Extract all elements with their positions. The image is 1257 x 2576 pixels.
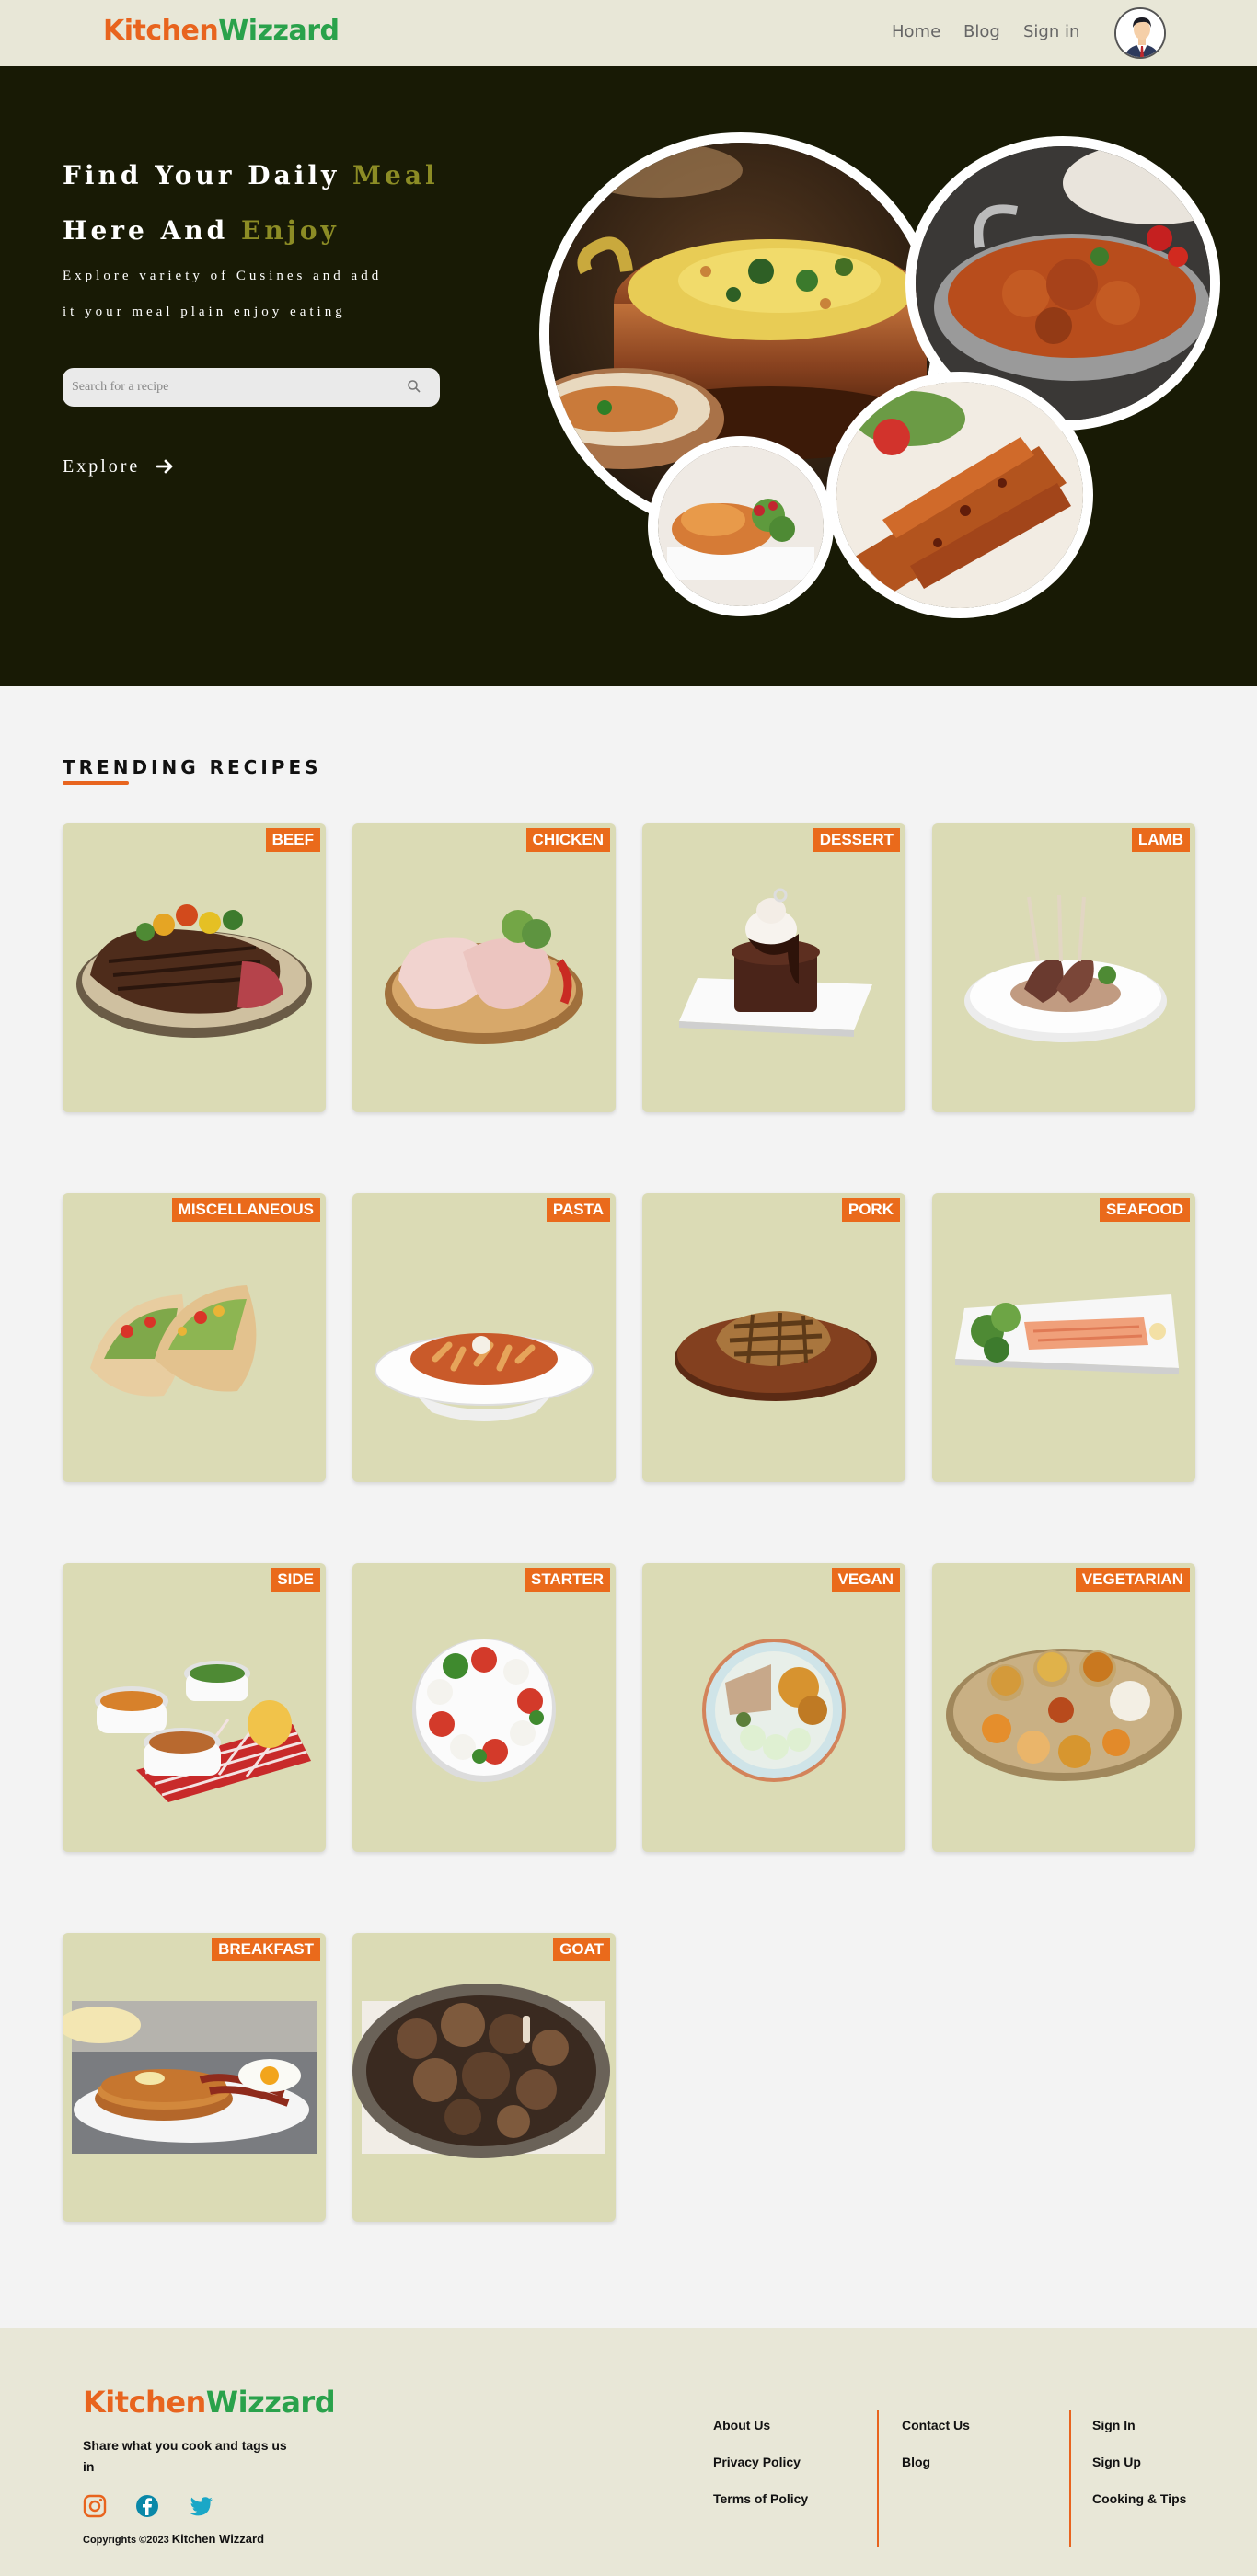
footer-link-about-us[interactable]: About Us — [713, 2418, 770, 2432]
hero-subtitle-line2: it your meal plain enjoy eating — [63, 305, 346, 319]
category-badge: VEGETARIAN — [1075, 1568, 1190, 1592]
arrow-right-icon[interactable] — [155, 456, 175, 477]
category-badge: LAMB — [1131, 828, 1190, 852]
copyright-name: Kitchen Wizzard — [171, 2532, 265, 2546]
recipe-card-goat[interactable]: GOAT — [352, 1933, 616, 2222]
logo-part-wizzard: Wizzard — [205, 2385, 336, 2420]
lamb-image — [964, 894, 1167, 1042]
recipe-card-pasta[interactable]: PASTA — [352, 1193, 616, 1482]
trending-recipes-title: TRENDING RECIPES — [63, 756, 322, 778]
tacos-image — [90, 1285, 257, 1397]
avatar[interactable] — [1114, 7, 1166, 59]
logo-part-kitchen: Kitchen — [103, 15, 219, 47]
vegan-image — [702, 1639, 846, 1782]
chicken-image — [385, 910, 583, 1044]
search-icon[interactable] — [407, 379, 421, 394]
logo-part-kitchen: Kitchen — [83, 2385, 206, 2420]
hero-title-line1: Find Your Daily Meal — [63, 160, 439, 190]
category-badge: CHICKEN — [525, 828, 610, 852]
nav-link-blog[interactable]: Blog — [963, 22, 1000, 41]
recipe-card-seafood[interactable]: SEAFOOD — [932, 1193, 1195, 1482]
search-input[interactable]: Search for a recipe — [63, 368, 440, 407]
recipe-card-chicken[interactable]: CHICKEN — [352, 823, 616, 1112]
footer-link-sign-in[interactable]: Sign In — [1092, 2418, 1136, 2432]
breakfast-image — [63, 2001, 317, 2154]
footer-divider — [877, 2410, 879, 2547]
category-badge: BREAKFAST — [212, 1938, 320, 1961]
dessert-image — [679, 888, 872, 1037]
explore-button[interactable]: Explore — [63, 456, 140, 477]
category-badge: VEGAN — [831, 1568, 900, 1592]
hero-subtitle-line1: Explore variety of Cusines and add — [63, 269, 383, 283]
recipe-card-vegetarian[interactable]: VEGETARIAN — [932, 1563, 1195, 1852]
seafood-image — [955, 1294, 1179, 1374]
logo-part-wizzard: Wizzard — [218, 15, 340, 47]
nav-link-home[interactable]: Home — [892, 22, 940, 41]
footer-tagline: Share what you cook and tags us in — [83, 2438, 287, 2474]
facebook-icon[interactable] — [134, 2493, 160, 2519]
search-placeholder: Search for a recipe — [72, 380, 169, 394]
nav-link-sign-in[interactable]: Sign in — [1023, 22, 1079, 41]
instagram-icon[interactable] — [82, 2493, 108, 2519]
hero-food-image-tikka — [826, 372, 1093, 618]
recipe-card-beef[interactable]: BEEF — [63, 823, 326, 1112]
pork-image — [675, 1311, 877, 1401]
category-badge: BEEF — [265, 828, 320, 852]
copyright: Copyrights ©2023 Kitchen Wizzard — [83, 2532, 264, 2546]
recipe-card-miscellaneous[interactable]: MISCELLANEOUS — [63, 1193, 326, 1482]
category-badge: PASTA — [546, 1198, 610, 1222]
category-badge: STARTER — [524, 1568, 610, 1592]
hero-title-highlight: Enjoy — [241, 215, 340, 246]
footer: KitchenWizzard Share what you cook and t… — [0, 2328, 1257, 2576]
hero-title-highlight: Meal — [352, 160, 439, 190]
category-badge: SIDE — [271, 1568, 320, 1592]
goat-image — [352, 1984, 610, 2158]
side-image — [95, 1661, 311, 1802]
category-badge: GOAT — [553, 1938, 610, 1961]
footer-logo[interactable]: KitchenWizzard — [83, 2385, 336, 2420]
hero-title-line2: Here And Enjoy — [63, 215, 340, 246]
recipe-card-side[interactable]: SIDE — [63, 1563, 326, 1852]
recipe-card-pork[interactable]: PORK — [642, 1193, 905, 1482]
caprese-image — [412, 1639, 556, 1782]
copyright-prefix: Copyrights ©2023 — [83, 2535, 172, 2546]
footer-link-blog[interactable]: Blog — [902, 2455, 930, 2469]
footer-link-privacy-policy[interactable]: Privacy Policy — [713, 2455, 801, 2469]
hero-food-image-kebab — [648, 436, 834, 616]
footer-link-sign-up[interactable]: Sign Up — [1092, 2455, 1141, 2469]
recipe-card-dessert[interactable]: DESSERT — [642, 823, 905, 1112]
recipe-card-lamb[interactable]: LAMB — [932, 823, 1195, 1112]
category-badge: MISCELLANEOUS — [171, 1198, 320, 1222]
twitter-icon[interactable] — [189, 2493, 214, 2519]
recipe-card-starter[interactable]: STARTER — [352, 1563, 616, 1852]
footer-link-terms-of-policy[interactable]: Terms of Policy — [713, 2491, 808, 2506]
thali-image — [946, 1649, 1182, 1781]
avatar-icon — [1116, 9, 1164, 57]
footer-divider — [1069, 2410, 1071, 2547]
footer-link-cooking-tips[interactable]: Cooking & Tips — [1092, 2491, 1186, 2506]
category-badge: DESSERT — [813, 828, 900, 852]
hero-title-text: Here And — [63, 215, 241, 246]
hero-title-text: Find Your Daily — [63, 160, 353, 190]
recipe-card-breakfast[interactable]: BREAKFAST — [63, 1933, 326, 2222]
title-underline — [63, 781, 129, 785]
category-badge: PORK — [841, 1198, 900, 1222]
hero-section: Find Your Daily Meal Here And Enjoy Expl… — [0, 66, 1257, 686]
beef-image — [76, 904, 312, 1038]
recipe-card-vegan[interactable]: VEGAN — [642, 1563, 905, 1852]
pasta-image — [375, 1333, 594, 1421]
top-navbar: KitchenWizzard Home Blog Sign in — [0, 0, 1257, 66]
logo[interactable]: KitchenWizzard — [103, 15, 340, 47]
category-badge: SEAFOOD — [1099, 1198, 1190, 1222]
footer-link-contact-us[interactable]: Contact Us — [902, 2418, 970, 2432]
